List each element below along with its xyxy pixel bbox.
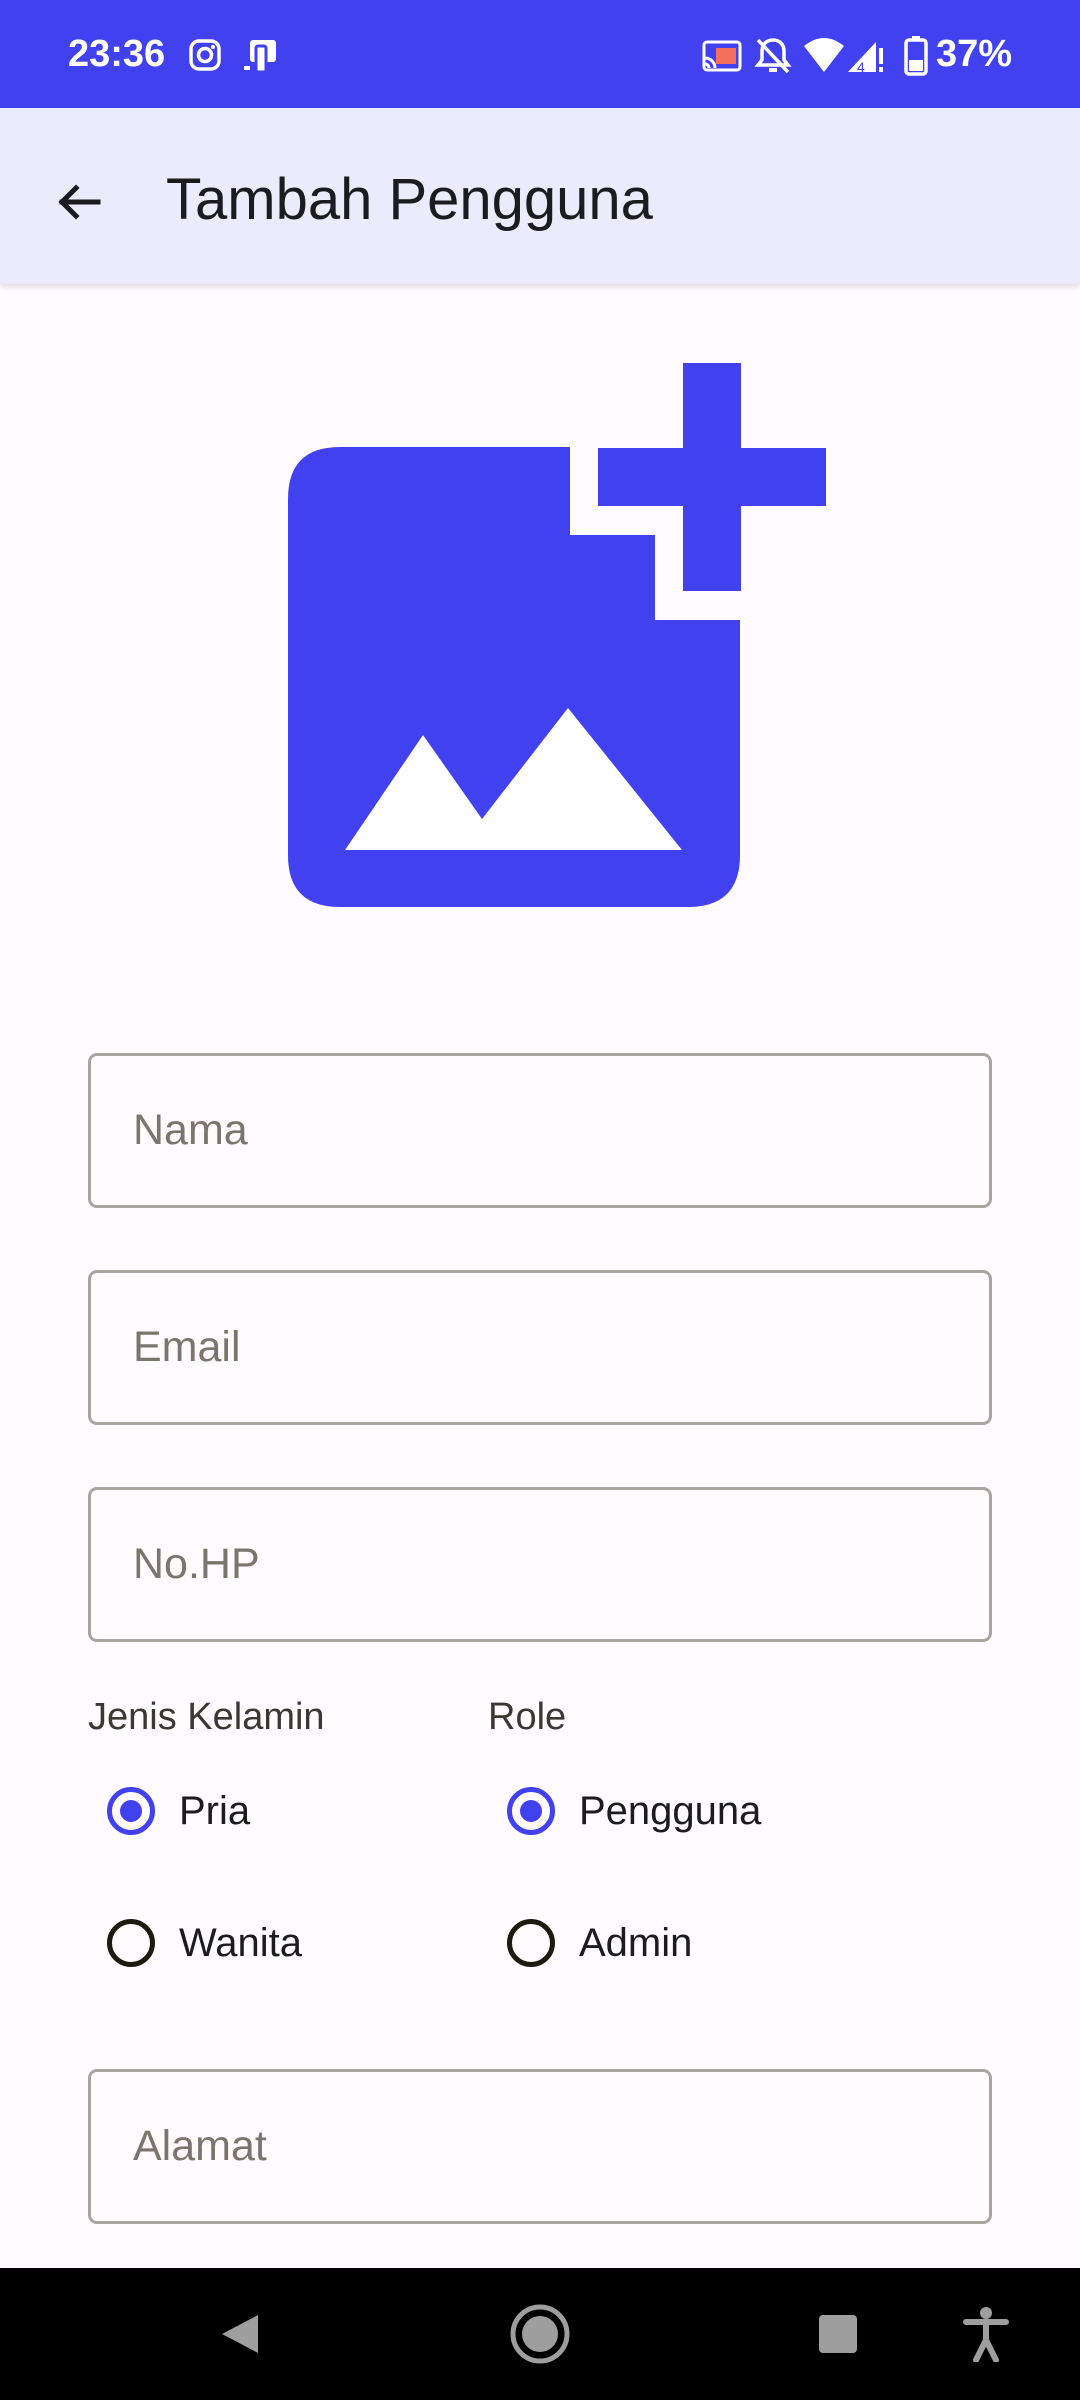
arrow-back-icon (58, 184, 101, 220)
radio-button-checked[interactable] (107, 1787, 155, 1835)
home-nav-icon (510, 2304, 570, 2364)
nav-recents-button[interactable] (798, 2292, 878, 2376)
nav-back-button[interactable] (200, 2292, 280, 2376)
radio-label-wanita: Wanita (179, 1920, 303, 1965)
jenis-kelamin-label: Jenis Kelamin (88, 1696, 325, 1738)
nama-field[interactable] (88, 1053, 992, 1208)
alamat-input[interactable] (91, 2072, 989, 2221)
email-input[interactable] (91, 1273, 989, 1422)
signal-icon: 4 (846, 38, 886, 79)
page-title: Tambah Pengguna (166, 167, 653, 232)
accessibility-button[interactable] (946, 2292, 1026, 2376)
alamat-field[interactable] (88, 2069, 992, 2224)
nama-input[interactable] (91, 1056, 989, 1205)
radio-button[interactable] (107, 1919, 155, 1967)
device-icon (242, 36, 282, 79)
svg-text:4: 4 (857, 59, 865, 74)
status-bar: 23:36 4 37% (0, 0, 1080, 108)
radio-pengguna[interactable]: Pengguna (507, 1766, 761, 1856)
status-time: 23:36 (68, 33, 166, 75)
bell-off-icon (754, 36, 792, 81)
radio-button[interactable] (507, 1919, 555, 1967)
add-photo-icon (288, 363, 826, 907)
nav-home-button[interactable] (500, 2292, 580, 2376)
radio-label-pria: Pria (179, 1788, 251, 1833)
profile-image-picker[interactable] (270, 355, 840, 920)
email-field[interactable] (88, 1270, 992, 1425)
system-nav-bar (0, 2268, 1080, 2400)
radio-admin[interactable]: Admin (507, 1898, 692, 1988)
back-button[interactable] (30, 154, 126, 250)
battery-percent: 37% (936, 33, 1013, 75)
battery-icon (904, 36, 928, 81)
instagram-icon (188, 38, 222, 77)
radio-button-checked[interactable] (507, 1787, 555, 1835)
radio-pria[interactable]: Pria (107, 1766, 250, 1856)
no-hp-field[interactable] (88, 1487, 992, 1642)
role-label: Role (488, 1696, 567, 1738)
cast-icon (702, 40, 742, 77)
radio-label-admin: Admin (579, 1920, 693, 1965)
no-hp-input[interactable] (91, 1490, 989, 1639)
radio-wanita[interactable]: Wanita (107, 1898, 302, 1988)
radio-label-pengguna: Pengguna (579, 1788, 762, 1833)
back-nav-icon (222, 2315, 258, 2353)
recents-nav-icon (819, 2315, 857, 2353)
app-bar: Tambah Pengguna (0, 108, 1080, 284)
accessibility-icon (963, 2307, 1009, 2362)
wifi-icon (802, 36, 846, 79)
